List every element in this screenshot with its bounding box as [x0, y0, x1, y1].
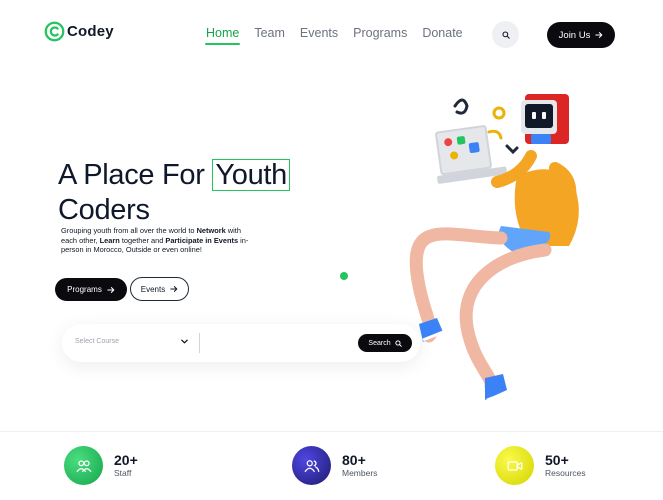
stat-members-label: Members [342, 468, 378, 478]
leg-left [409, 227, 508, 343]
arrow-right-icon [107, 286, 115, 293]
group-icon [292, 446, 331, 485]
hero-desc-text-1: Grouping youth from all over the world t… [61, 226, 197, 235]
stat-resources-number: 50+ [545, 452, 569, 468]
search-icon [501, 30, 510, 39]
monitor-screen [525, 104, 553, 128]
floating-ring-shape [492, 106, 506, 120]
stat-staff: 20+ Staff [64, 446, 138, 485]
brand-logo[interactable]: Codey [44, 21, 114, 42]
monitor-eye-right [542, 112, 546, 119]
navbar: Codey Home Team Events Programs Donate J… [0, 0, 663, 68]
leg-right [459, 243, 552, 393]
course-select-dropdown[interactable]: Select Course [75, 338, 193, 345]
floating-hook-shape [505, 144, 519, 155]
hero-illustration [409, 94, 579, 402]
hero-desc-bold-network: Network [196, 226, 226, 235]
stat-resources: 50+ Resources [495, 446, 586, 485]
users-icon [64, 446, 103, 485]
monitor-neck [531, 134, 551, 144]
course-search-bar: Select Course Search [62, 324, 420, 362]
users-icon-svg [76, 459, 91, 472]
join-us-label: Join Us [558, 29, 591, 41]
nav-events[interactable]: Events [300, 26, 338, 40]
stat-staff-label: Staff [114, 468, 132, 478]
arrow-right-icon [595, 32, 603, 38]
programs-label: Programs [67, 285, 102, 294]
floating-arc-shape [487, 129, 503, 140]
video-icon-svg [507, 460, 522, 471]
search-icon [394, 339, 402, 347]
brand-name: Codey [67, 23, 114, 40]
chevron-down-icon[interactable] [180, 337, 189, 346]
stat-members: 80+ Members [292, 446, 377, 485]
hero-desc-bold-participate: Participate in Events [165, 235, 239, 245]
hero-title-highlight: Youth [212, 159, 290, 191]
logo-c-icon [44, 21, 65, 42]
hero-title-line2: Coders [58, 194, 150, 226]
stat-staff-number: 20+ [114, 452, 138, 468]
nav-donate[interactable]: Donate [422, 26, 462, 40]
group-icon-svg [304, 459, 319, 472]
arrow-right-icon [170, 286, 178, 292]
stat-resources-label: Resources [545, 468, 586, 478]
programs-button[interactable]: Programs [55, 278, 127, 301]
search-button[interactable] [492, 21, 519, 48]
monitor-eye-left [532, 112, 536, 119]
hero-desc-bold-learn: Learn [99, 235, 120, 245]
join-us-button[interactable]: Join Us [547, 22, 615, 48]
floating-loop-shape [453, 98, 469, 115]
hero-desc-text-3: together and [119, 235, 166, 245]
main-menu: Home Team Events Programs Donate [204, 26, 463, 45]
hero-title-pre: A Place For [58, 159, 213, 191]
events-button[interactable]: Events [130, 277, 189, 301]
course-search-label: Search [368, 339, 391, 347]
events-label: Events [140, 284, 166, 294]
hero-description: Grouping youth from all over the world t… [61, 226, 251, 255]
stats-divider [0, 431, 663, 432]
video-icon [495, 446, 534, 485]
nav-home[interactable]: Home [204, 26, 241, 45]
course-search-button[interactable]: Search [358, 334, 412, 352]
stat-members-number: 80+ [342, 452, 366, 468]
hero-title: A Place For Youth Coders [58, 158, 290, 228]
decorative-dot [340, 272, 348, 280]
search-divider [199, 333, 200, 353]
nav-team[interactable]: Team [254, 26, 285, 40]
nav-programs[interactable]: Programs [353, 26, 407, 40]
